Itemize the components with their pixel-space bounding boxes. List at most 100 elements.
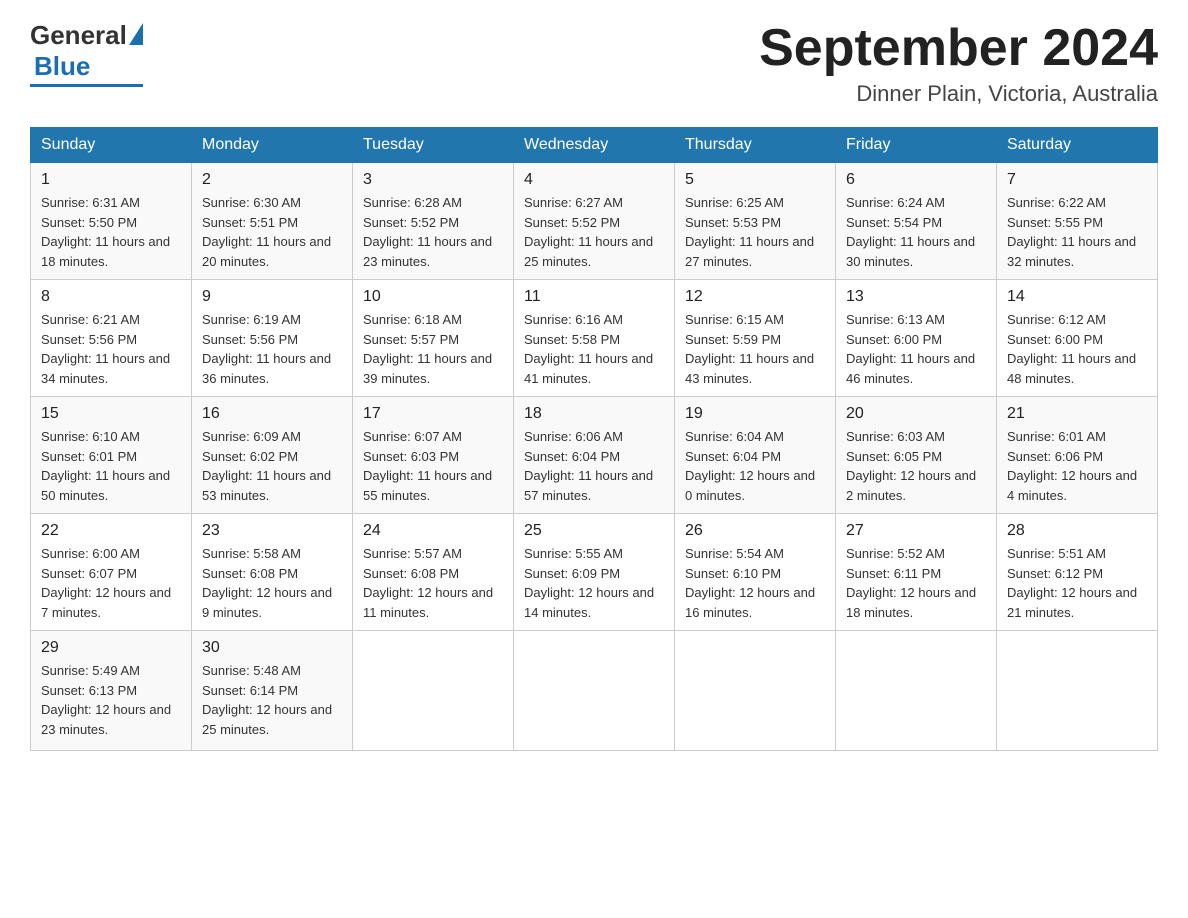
calendar-cell: 17 Sunrise: 6:07 AM Sunset: 6:03 PM Dayl… bbox=[353, 397, 514, 514]
day-number: 13 bbox=[846, 288, 986, 306]
day-number: 29 bbox=[41, 639, 181, 657]
logo-blue-text: Blue bbox=[34, 51, 90, 82]
day-number: 16 bbox=[202, 405, 342, 423]
calendar-week-row: 29 Sunrise: 5:49 AM Sunset: 6:13 PM Dayl… bbox=[31, 631, 1158, 751]
day-info: Sunrise: 6:12 AM Sunset: 6:00 PM Dayligh… bbox=[1007, 310, 1147, 388]
day-info: Sunrise: 6:31 AM Sunset: 5:50 PM Dayligh… bbox=[41, 193, 181, 271]
logo-triangle-icon bbox=[129, 23, 143, 45]
calendar-body: 1 Sunrise: 6:31 AM Sunset: 5:50 PM Dayli… bbox=[31, 163, 1158, 751]
logo-underline bbox=[30, 84, 143, 87]
col-sunday: Sunday bbox=[31, 128, 192, 163]
calendar-cell: 22 Sunrise: 6:00 AM Sunset: 6:07 PM Dayl… bbox=[31, 514, 192, 631]
header-row: Sunday Monday Tuesday Wednesday Thursday… bbox=[31, 128, 1158, 163]
calendar-cell bbox=[675, 631, 836, 751]
day-info: Sunrise: 6:06 AM Sunset: 6:04 PM Dayligh… bbox=[524, 427, 664, 505]
day-info: Sunrise: 6:30 AM Sunset: 5:51 PM Dayligh… bbox=[202, 193, 342, 271]
calendar-cell: 2 Sunrise: 6:30 AM Sunset: 5:51 PM Dayli… bbox=[192, 163, 353, 280]
calendar-cell bbox=[514, 631, 675, 751]
calendar-cell: 15 Sunrise: 6:10 AM Sunset: 6:01 PM Dayl… bbox=[31, 397, 192, 514]
day-number: 4 bbox=[524, 171, 664, 189]
day-info: Sunrise: 6:24 AM Sunset: 5:54 PM Dayligh… bbox=[846, 193, 986, 271]
day-info: Sunrise: 6:03 AM Sunset: 6:05 PM Dayligh… bbox=[846, 427, 986, 505]
day-number: 8 bbox=[41, 288, 181, 306]
calendar-cell: 20 Sunrise: 6:03 AM Sunset: 6:05 PM Dayl… bbox=[836, 397, 997, 514]
day-number: 20 bbox=[846, 405, 986, 423]
col-friday: Friday bbox=[836, 128, 997, 163]
calendar-cell: 10 Sunrise: 6:18 AM Sunset: 5:57 PM Dayl… bbox=[353, 280, 514, 397]
day-info: Sunrise: 6:10 AM Sunset: 6:01 PM Dayligh… bbox=[41, 427, 181, 505]
col-saturday: Saturday bbox=[997, 128, 1158, 163]
day-info: Sunrise: 5:52 AM Sunset: 6:11 PM Dayligh… bbox=[846, 544, 986, 622]
calendar-cell: 12 Sunrise: 6:15 AM Sunset: 5:59 PM Dayl… bbox=[675, 280, 836, 397]
calendar-cell: 28 Sunrise: 5:51 AM Sunset: 6:12 PM Dayl… bbox=[997, 514, 1158, 631]
calendar-cell: 13 Sunrise: 6:13 AM Sunset: 6:00 PM Dayl… bbox=[836, 280, 997, 397]
col-wednesday: Wednesday bbox=[514, 128, 675, 163]
day-info: Sunrise: 6:09 AM Sunset: 6:02 PM Dayligh… bbox=[202, 427, 342, 505]
day-number: 11 bbox=[524, 288, 664, 306]
month-title: September 2024 bbox=[759, 20, 1158, 77]
calendar-cell: 18 Sunrise: 6:06 AM Sunset: 6:04 PM Dayl… bbox=[514, 397, 675, 514]
calendar-header: Sunday Monday Tuesday Wednesday Thursday… bbox=[31, 128, 1158, 163]
day-number: 21 bbox=[1007, 405, 1147, 423]
calendar-cell: 9 Sunrise: 6:19 AM Sunset: 5:56 PM Dayli… bbox=[192, 280, 353, 397]
day-info: Sunrise: 6:00 AM Sunset: 6:07 PM Dayligh… bbox=[41, 544, 181, 622]
calendar-cell: 25 Sunrise: 5:55 AM Sunset: 6:09 PM Dayl… bbox=[514, 514, 675, 631]
day-number: 3 bbox=[363, 171, 503, 189]
calendar-cell: 4 Sunrise: 6:27 AM Sunset: 5:52 PM Dayli… bbox=[514, 163, 675, 280]
day-number: 17 bbox=[363, 405, 503, 423]
day-info: Sunrise: 5:49 AM Sunset: 6:13 PM Dayligh… bbox=[41, 661, 181, 739]
calendar-cell bbox=[836, 631, 997, 751]
calendar-cell: 1 Sunrise: 6:31 AM Sunset: 5:50 PM Dayli… bbox=[31, 163, 192, 280]
calendar-cell: 16 Sunrise: 6:09 AM Sunset: 6:02 PM Dayl… bbox=[192, 397, 353, 514]
day-number: 12 bbox=[685, 288, 825, 306]
calendar-cell: 6 Sunrise: 6:24 AM Sunset: 5:54 PM Dayli… bbox=[836, 163, 997, 280]
day-number: 25 bbox=[524, 522, 664, 540]
calendar-cell: 14 Sunrise: 6:12 AM Sunset: 6:00 PM Dayl… bbox=[997, 280, 1158, 397]
title-area: September 2024 Dinner Plain, Victoria, A… bbox=[759, 20, 1158, 107]
calendar-table: Sunday Monday Tuesday Wednesday Thursday… bbox=[30, 127, 1158, 751]
col-tuesday: Tuesday bbox=[353, 128, 514, 163]
day-info: Sunrise: 6:15 AM Sunset: 5:59 PM Dayligh… bbox=[685, 310, 825, 388]
day-number: 19 bbox=[685, 405, 825, 423]
day-info: Sunrise: 6:04 AM Sunset: 6:04 PM Dayligh… bbox=[685, 427, 825, 505]
calendar-cell bbox=[997, 631, 1158, 751]
day-info: Sunrise: 6:16 AM Sunset: 5:58 PM Dayligh… bbox=[524, 310, 664, 388]
day-info: Sunrise: 6:01 AM Sunset: 6:06 PM Dayligh… bbox=[1007, 427, 1147, 505]
calendar-cell: 21 Sunrise: 6:01 AM Sunset: 6:06 PM Dayl… bbox=[997, 397, 1158, 514]
day-number: 30 bbox=[202, 639, 342, 657]
day-info: Sunrise: 6:27 AM Sunset: 5:52 PM Dayligh… bbox=[524, 193, 664, 271]
calendar-cell: 5 Sunrise: 6:25 AM Sunset: 5:53 PM Dayli… bbox=[675, 163, 836, 280]
col-thursday: Thursday bbox=[675, 128, 836, 163]
day-number: 18 bbox=[524, 405, 664, 423]
day-number: 5 bbox=[685, 171, 825, 189]
day-info: Sunrise: 5:55 AM Sunset: 6:09 PM Dayligh… bbox=[524, 544, 664, 622]
day-number: 1 bbox=[41, 171, 181, 189]
day-number: 6 bbox=[846, 171, 986, 189]
day-info: Sunrise: 6:25 AM Sunset: 5:53 PM Dayligh… bbox=[685, 193, 825, 271]
calendar-cell: 7 Sunrise: 6:22 AM Sunset: 5:55 PM Dayli… bbox=[997, 163, 1158, 280]
calendar-cell: 3 Sunrise: 6:28 AM Sunset: 5:52 PM Dayli… bbox=[353, 163, 514, 280]
day-number: 23 bbox=[202, 522, 342, 540]
calendar-cell: 29 Sunrise: 5:49 AM Sunset: 6:13 PM Dayl… bbox=[31, 631, 192, 751]
day-info: Sunrise: 6:07 AM Sunset: 6:03 PM Dayligh… bbox=[363, 427, 503, 505]
day-info: Sunrise: 6:19 AM Sunset: 5:56 PM Dayligh… bbox=[202, 310, 342, 388]
calendar-cell: 30 Sunrise: 5:48 AM Sunset: 6:14 PM Dayl… bbox=[192, 631, 353, 751]
calendar-cell: 27 Sunrise: 5:52 AM Sunset: 6:11 PM Dayl… bbox=[836, 514, 997, 631]
day-info: Sunrise: 6:22 AM Sunset: 5:55 PM Dayligh… bbox=[1007, 193, 1147, 271]
day-number: 24 bbox=[363, 522, 503, 540]
day-info: Sunrise: 5:48 AM Sunset: 6:14 PM Dayligh… bbox=[202, 661, 342, 739]
logo: General Blue bbox=[30, 20, 143, 87]
day-info: Sunrise: 5:54 AM Sunset: 6:10 PM Dayligh… bbox=[685, 544, 825, 622]
calendar-week-row: 1 Sunrise: 6:31 AM Sunset: 5:50 PM Dayli… bbox=[31, 163, 1158, 280]
day-info: Sunrise: 6:28 AM Sunset: 5:52 PM Dayligh… bbox=[363, 193, 503, 271]
page-header: General Blue September 2024 Dinner Plain… bbox=[30, 20, 1158, 107]
calendar-week-row: 8 Sunrise: 6:21 AM Sunset: 5:56 PM Dayli… bbox=[31, 280, 1158, 397]
calendar-week-row: 22 Sunrise: 6:00 AM Sunset: 6:07 PM Dayl… bbox=[31, 514, 1158, 631]
calendar-cell: 8 Sunrise: 6:21 AM Sunset: 5:56 PM Dayli… bbox=[31, 280, 192, 397]
calendar-week-row: 15 Sunrise: 6:10 AM Sunset: 6:01 PM Dayl… bbox=[31, 397, 1158, 514]
calendar-cell: 23 Sunrise: 5:58 AM Sunset: 6:08 PM Dayl… bbox=[192, 514, 353, 631]
logo-general-text: General bbox=[30, 20, 127, 51]
calendar-cell: 24 Sunrise: 5:57 AM Sunset: 6:08 PM Dayl… bbox=[353, 514, 514, 631]
day-number: 27 bbox=[846, 522, 986, 540]
calendar-cell: 19 Sunrise: 6:04 AM Sunset: 6:04 PM Dayl… bbox=[675, 397, 836, 514]
